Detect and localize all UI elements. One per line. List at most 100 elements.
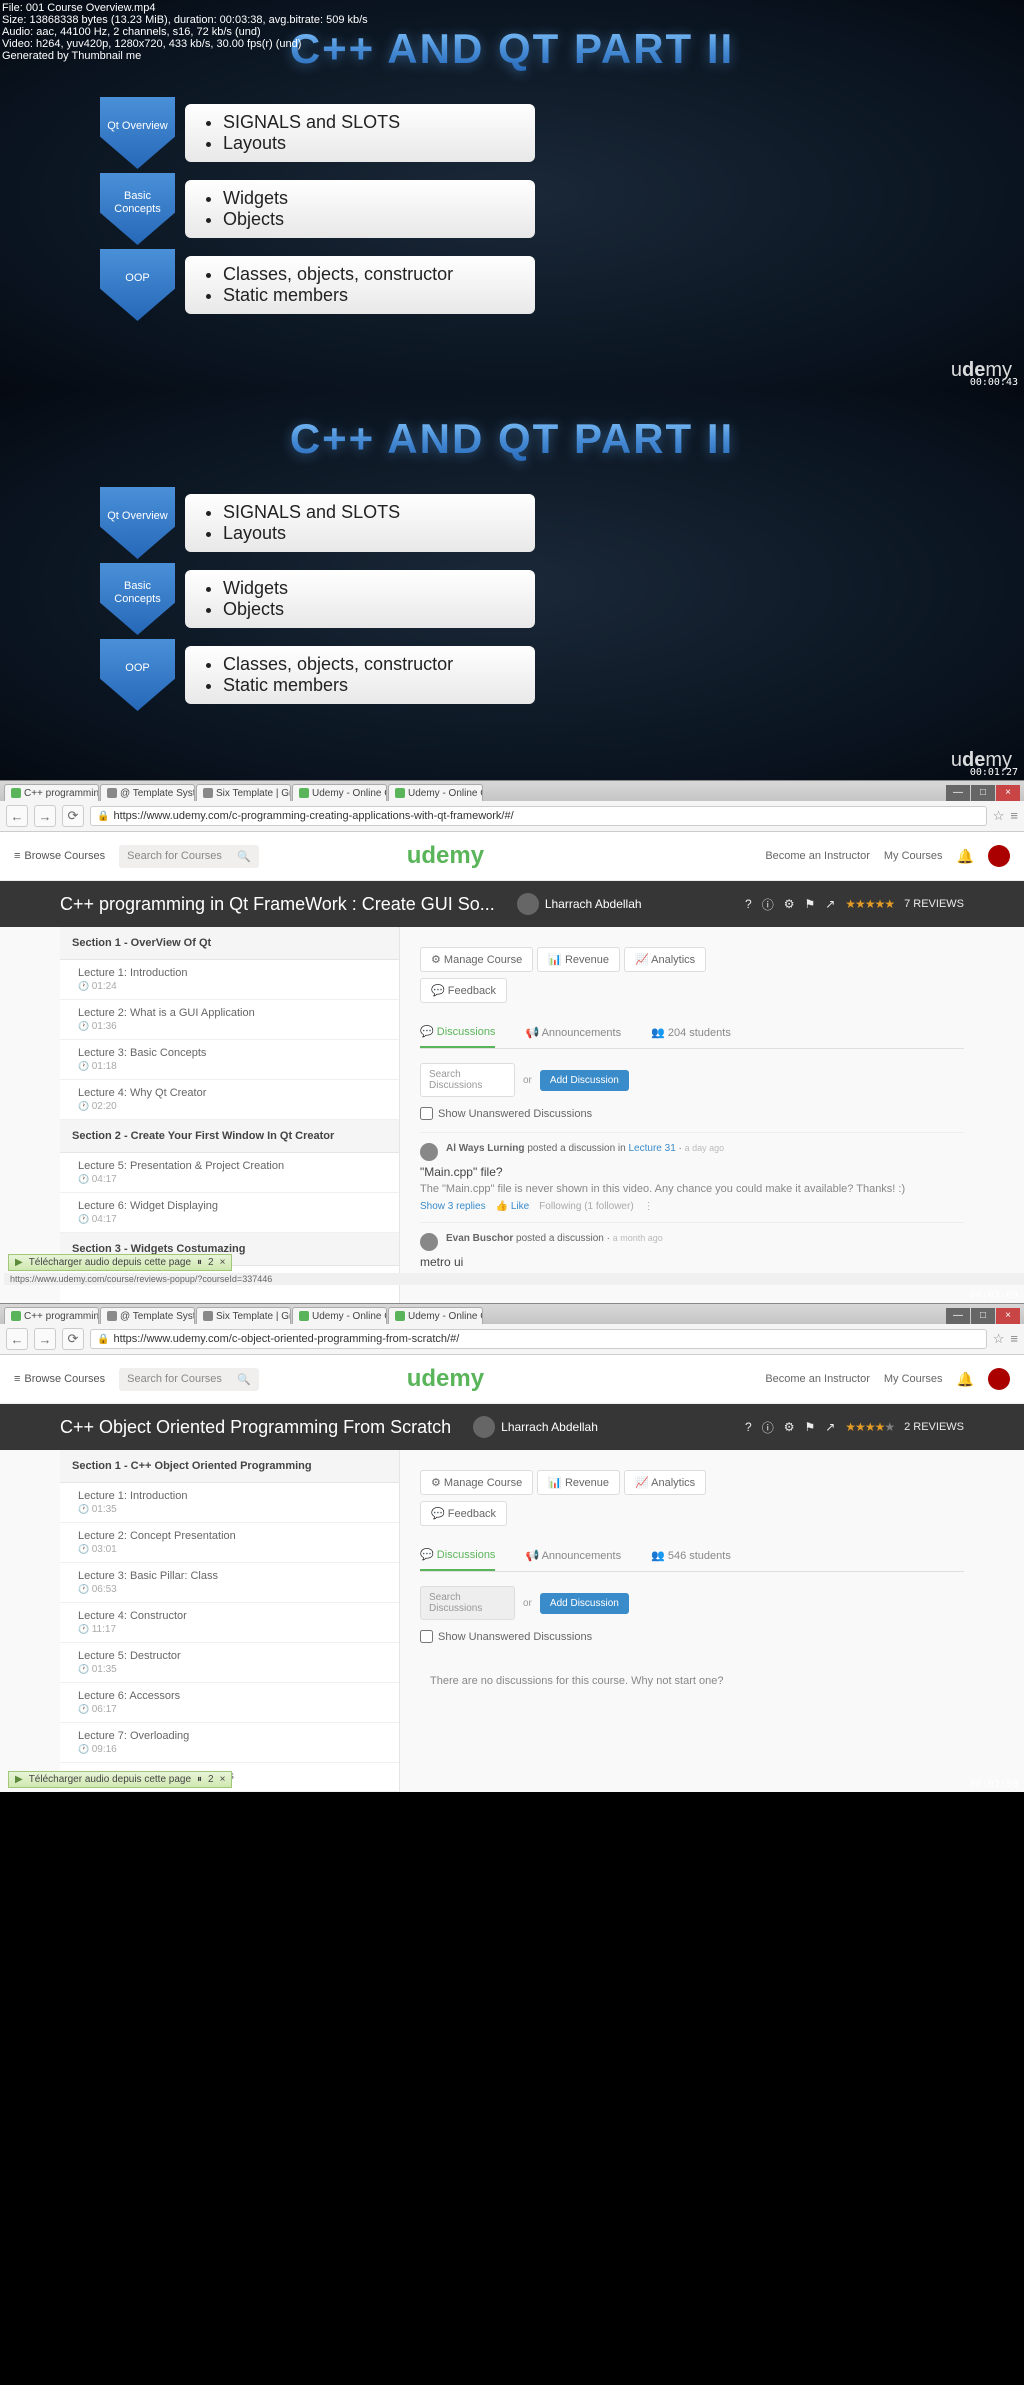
address-bar[interactable]: 🔒https://www.udemy.com/c-programming-cre…	[90, 806, 987, 826]
bell-icon[interactable]: 🔔	[957, 848, 974, 865]
close-button[interactable]: ×	[996, 785, 1020, 801]
lecture-item[interactable]: Lecture 6: Accessors06:17	[60, 1683, 399, 1723]
help-icon[interactable]: ?	[745, 1420, 752, 1434]
tab-discussions[interactable]: 💬 Discussions	[420, 1540, 495, 1571]
course-title: C++ programming in Qt FrameWork : Create…	[60, 894, 495, 915]
like-button[interactable]: 👍 Like	[496, 1201, 530, 1212]
lecture-item[interactable]: Lecture 1: Introduction01:24	[60, 960, 399, 1000]
lecture-item[interactable]: Lecture 5: Destructor01:35	[60, 1643, 399, 1683]
analytics-button[interactable]: 📈 Analytics	[624, 1470, 706, 1495]
browse-courses[interactable]: ≡ Browse Courses	[14, 1373, 105, 1385]
my-courses[interactable]: My Courses	[884, 850, 943, 862]
add-discussion-button[interactable]: Add Discussion	[540, 1593, 629, 1614]
info-icon[interactable]: ⓘ	[762, 896, 774, 913]
manage-course-button[interactable]: ⚙ Manage Course	[420, 947, 533, 972]
close-button[interactable]: ×	[996, 1308, 1020, 1324]
discussion-search[interactable]: Search Discussions	[420, 1586, 515, 1620]
lecture-item[interactable]: Lecture 4: Constructor11:17	[60, 1603, 399, 1643]
show-unanswered-checkbox[interactable]	[420, 1630, 433, 1643]
browser-tab[interactable]: Udemy - Online Courses f×	[388, 784, 483, 801]
feedback-button[interactable]: 💬 Feedback	[420, 978, 507, 1003]
lecture-item[interactable]: Lecture 7: Overloading09:16	[60, 1723, 399, 1763]
analytics-button[interactable]: 📈 Analytics	[624, 947, 706, 972]
show-unanswered-checkbox[interactable]	[420, 1107, 433, 1120]
chevron-qt-overview: Qt Overview	[107, 120, 168, 145]
lecture-item[interactable]: Lecture 6: Widget Displaying04:17	[60, 1193, 399, 1233]
author-avatar[interactable]	[517, 893, 539, 915]
search-input[interactable]: Search for Courses	[119, 845, 259, 868]
become-instructor[interactable]: Become an Instructor	[765, 1373, 870, 1385]
lecture-item[interactable]: Lecture 3: Basic Concepts01:18	[60, 1040, 399, 1080]
download-audio-bar[interactable]: Télécharger audio depuis cette page ⏸ 2 …	[8, 1771, 232, 1788]
download-audio-bar[interactable]: Télécharger audio depuis cette page ⏸ 2 …	[8, 1254, 232, 1271]
revenue-button[interactable]: 📊 Revenue	[537, 1470, 620, 1495]
rating-stars: ★★★★★	[845, 897, 894, 911]
share-icon[interactable]: ↗	[825, 1420, 835, 1434]
gear-icon[interactable]: ⚙	[784, 897, 795, 911]
minimize-button[interactable]: —	[946, 785, 970, 801]
search-input[interactable]: Search for Courses	[119, 1368, 259, 1391]
udemy-brand[interactable]: udemy	[407, 1365, 484, 1393]
lecture-item[interactable]: Lecture 3: Basic Pillar: Class06:53	[60, 1563, 399, 1603]
menu-icon[interactable]: ≡	[1010, 1331, 1018, 1347]
minimize-button[interactable]: —	[946, 1308, 970, 1324]
tab-announcements[interactable]: 📢 Announcements	[525, 1540, 621, 1571]
address-bar[interactable]: 🔒https://www.udemy.com/c-object-oriented…	[90, 1329, 987, 1349]
browser-tab[interactable]: Six Template | GraphicRiv×	[196, 1307, 291, 1324]
add-discussion-button[interactable]: Add Discussion	[540, 1070, 629, 1091]
my-courses[interactable]: My Courses	[884, 1373, 943, 1385]
maximize-button[interactable]: □	[971, 1308, 995, 1324]
tab-students[interactable]: 👥 204 students	[651, 1017, 731, 1048]
revenue-button[interactable]: 📊 Revenue	[537, 947, 620, 972]
discussion-search[interactable]: Search Discussions	[420, 1063, 515, 1097]
browser-tab[interactable]: C++ programming in Qt×	[4, 1307, 99, 1324]
manage-course-button[interactable]: ⚙ Manage Course	[420, 1470, 533, 1495]
browser-window-2: C++ programming in Qt× @ Template System…	[0, 1303, 1024, 1792]
lecture-item[interactable]: Lecture 2: Concept Presentation03:01	[60, 1523, 399, 1563]
lecture-item[interactable]: Lecture 5: Presentation & Project Creati…	[60, 1153, 399, 1193]
bell-icon[interactable]: 🔔	[957, 1371, 974, 1388]
browser-tab[interactable]: Udemy - Online Courses f×	[292, 1307, 387, 1324]
browse-courses[interactable]: ≡ Browse Courses	[14, 850, 105, 862]
forward-button[interactable]: →	[34, 1328, 56, 1350]
user-avatar[interactable]	[420, 1143, 438, 1161]
flag-icon[interactable]: ⚑	[804, 897, 815, 911]
star-icon[interactable]: ☆	[993, 808, 1005, 824]
show-replies[interactable]: Show 3 replies	[420, 1201, 486, 1212]
more-icon[interactable]: ⋮	[644, 1201, 654, 1212]
maximize-button[interactable]: □	[971, 785, 995, 801]
user-avatar[interactable]	[420, 1233, 438, 1251]
back-button[interactable]: ←	[6, 805, 28, 827]
avatar[interactable]	[988, 1368, 1010, 1390]
browser-tab[interactable]: C++ programming in Qt×	[4, 784, 99, 801]
star-icon[interactable]: ☆	[993, 1331, 1005, 1347]
help-icon[interactable]: ?	[745, 897, 752, 911]
tab-discussions[interactable]: 💬 Discussions	[420, 1017, 495, 1048]
tab-students[interactable]: 👥 546 students	[651, 1540, 731, 1571]
forward-button[interactable]: →	[34, 805, 56, 827]
author-avatar[interactable]	[473, 1416, 495, 1438]
browser-tab[interactable]: Udemy - Online Courses f×	[292, 784, 387, 801]
gear-icon[interactable]: ⚙	[784, 1420, 795, 1434]
udemy-brand[interactable]: udemy	[407, 842, 484, 870]
lecture-item[interactable]: Lecture 1: Introduction01:35	[60, 1483, 399, 1523]
browser-tab[interactable]: @ Template System | Gra:×	[100, 1307, 195, 1324]
back-button[interactable]: ←	[6, 1328, 28, 1350]
flag-icon[interactable]: ⚑	[804, 1420, 815, 1434]
lecture-item[interactable]: Lecture 4: Why Qt Creator02:20	[60, 1080, 399, 1120]
avatar[interactable]	[988, 845, 1010, 867]
menu-icon[interactable]: ≡	[1010, 808, 1018, 824]
feedback-button[interactable]: 💬 Feedback	[420, 1501, 507, 1526]
reload-button[interactable]: ⟳	[62, 805, 84, 827]
browser-tab[interactable]: Udemy - Online Courses f×	[388, 1307, 483, 1324]
lock-icon: 🔒	[97, 811, 109, 822]
info-icon[interactable]: ⓘ	[762, 1419, 774, 1436]
browser-tab[interactable]: @ Template System | Gra:×	[100, 784, 195, 801]
tab-announcements[interactable]: 📢 Announcements	[525, 1017, 621, 1048]
share-icon[interactable]: ↗	[825, 897, 835, 911]
follow-button[interactable]: Following (1 follower)	[539, 1201, 633, 1212]
browser-tab[interactable]: Six Template | GraphicRiv×	[196, 784, 291, 801]
lecture-item[interactable]: Lecture 2: What is a GUI Application01:3…	[60, 1000, 399, 1040]
reload-button[interactable]: ⟳	[62, 1328, 84, 1350]
become-instructor[interactable]: Become an Instructor	[765, 850, 870, 862]
